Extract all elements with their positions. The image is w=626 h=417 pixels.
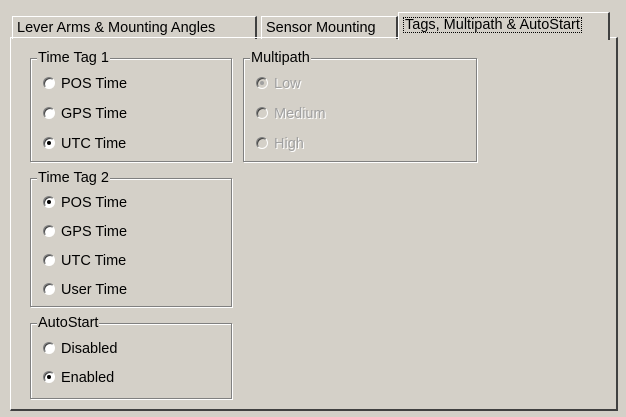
radio-tag2-user-time[interactable]: User Time: [43, 280, 127, 300]
group-title: Time Tag 1: [37, 49, 110, 67]
radio-autostart-enabled[interactable]: Enabled: [43, 368, 114, 388]
radio-circle-icon: [43, 225, 55, 238]
radio-circle-icon: [43, 342, 55, 355]
tab-panel: Time Tag 1 POS Time GPS Time UTC Time Ti…: [10, 37, 618, 411]
radio-circle-icon: [43, 283, 55, 296]
tab-label: Sensor Mounting: [266, 20, 376, 36]
radio-label: POS Time: [61, 76, 128, 92]
radio-selected-icon: [43, 196, 55, 209]
multipath-group: Multipath Low Medium High: [243, 49, 477, 162]
tab-strip: Lever Arms & Mounting Angles Sensor Moun…: [12, 10, 612, 40]
radio-selected-icon: [43, 137, 55, 150]
radio-label: UTC Time: [61, 136, 127, 152]
radio-label: GPS Time: [61, 224, 128, 240]
radio-selected-icon: [256, 77, 268, 90]
radio-label: Enabled: [61, 370, 115, 386]
time-tag-1-group: Time Tag 1 POS Time GPS Time UTC Time: [30, 49, 232, 162]
tab-label: Lever Arms & Mounting Angles: [17, 20, 216, 36]
radio-tag1-pos-time[interactable]: POS Time: [43, 74, 127, 94]
radio-tag2-pos-time[interactable]: POS Time: [43, 193, 127, 213]
radio-label: UTC Time: [61, 253, 127, 269]
tab-tags-multipath-autostart[interactable]: Tags, Multipath & AutoStart: [398, 12, 610, 40]
tab-lever-arms[interactable]: Lever Arms & Mounting Angles: [12, 16, 257, 39]
radio-label: Medium: [274, 106, 326, 122]
radio-tag1-utc-time[interactable]: UTC Time: [43, 134, 126, 154]
tab-label: Tags, Multipath & AutoStart: [403, 17, 582, 33]
radio-label: POS Time: [61, 195, 128, 211]
radio-label: Disabled: [61, 341, 118, 357]
radio-label: User Time: [61, 282, 128, 298]
time-tag-2-group: Time Tag 2 POS Time GPS Time UTC Time Us…: [30, 169, 232, 307]
radio-circle-icon: [256, 137, 268, 150]
tab-sensor-mounting[interactable]: Sensor Mounting: [261, 16, 398, 39]
radio-multipath-low[interactable]: Low: [256, 74, 301, 94]
radio-label: High: [274, 136, 304, 152]
radio-label: GPS Time: [61, 106, 128, 122]
radio-label: Low: [274, 76, 301, 92]
autostart-group: AutoStart Disabled Enabled: [30, 314, 232, 399]
radio-circle-icon: [43, 77, 55, 90]
radio-circle-icon: [43, 254, 55, 267]
group-title: AutoStart: [37, 314, 100, 332]
group-title: Multipath: [250, 49, 311, 67]
radio-autostart-disabled[interactable]: Disabled: [43, 339, 117, 359]
radio-tag2-gps-time[interactable]: GPS Time: [43, 222, 127, 242]
radio-tag1-gps-time[interactable]: GPS Time: [43, 104, 127, 124]
radio-multipath-medium[interactable]: Medium: [256, 104, 326, 124]
radio-circle-icon: [256, 107, 268, 120]
radio-tag2-utc-time[interactable]: UTC Time: [43, 251, 126, 271]
group-title: Time Tag 2: [37, 169, 110, 187]
radio-selected-icon: [43, 371, 55, 384]
radio-multipath-high[interactable]: High: [256, 134, 304, 154]
radio-circle-icon: [43, 107, 55, 120]
